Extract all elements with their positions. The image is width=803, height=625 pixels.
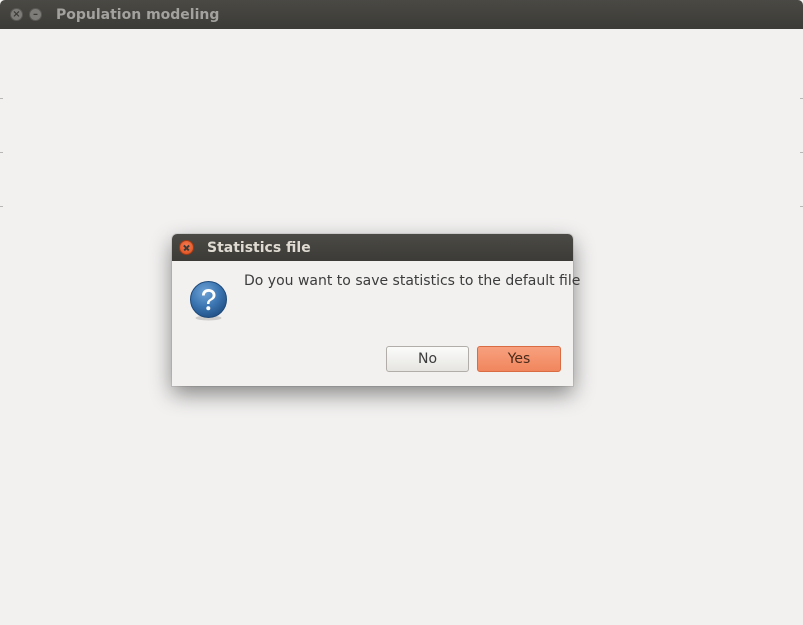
dialog-close-icon[interactable] (179, 240, 194, 255)
window-minimize-icon[interactable]: – (29, 8, 42, 21)
main-window: × – Population modeling Statistics file (0, 0, 803, 625)
question-icon (190, 281, 227, 321)
statistics-dialog: Statistics file Do you want to save stat… (172, 234, 580, 386)
no-button[interactable]: No (386, 346, 469, 372)
divider (0, 152, 3, 153)
window-title: Population modeling (56, 7, 220, 23)
divider (0, 206, 3, 207)
divider (0, 98, 3, 99)
yes-button[interactable]: Yes (477, 346, 561, 372)
window-titlebar[interactable]: × – Population modeling (0, 0, 803, 29)
dialog-title: Statistics file (207, 240, 311, 256)
dialog-titlebar[interactable]: Statistics file (172, 234, 573, 261)
dialog-message: Do you want to save statistics to the de… (244, 273, 581, 289)
window-close-icon[interactable]: × (10, 8, 23, 21)
